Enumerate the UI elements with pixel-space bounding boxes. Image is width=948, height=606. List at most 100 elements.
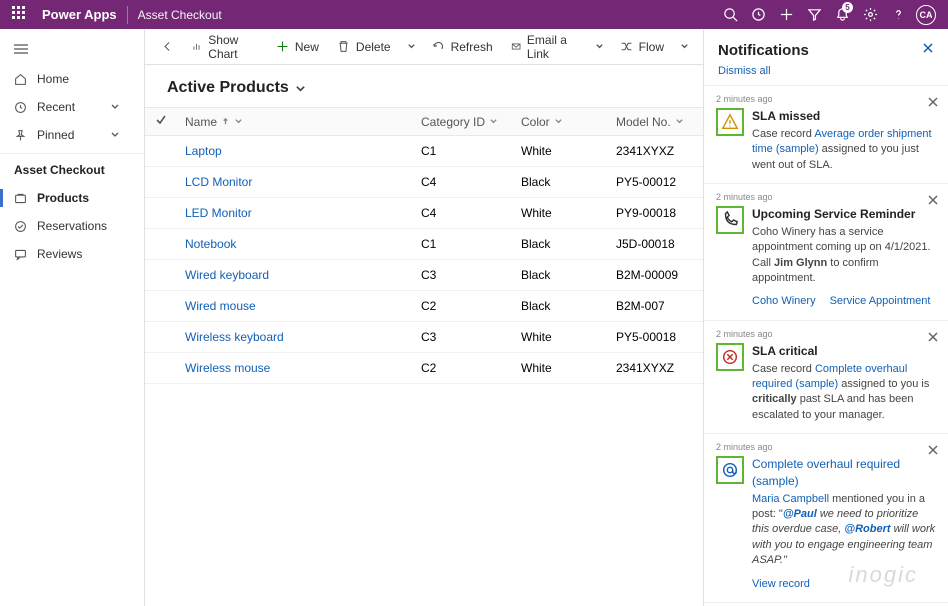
nav-products[interactable]: Products [0, 184, 144, 212]
cell-name[interactable]: Wired keyboard [177, 260, 413, 291]
notification-list: 2 minutes ago SLA missed Case record Ave… [704, 85, 948, 606]
select-all-column[interactable] [145, 108, 177, 136]
email-split-button[interactable] [589, 34, 610, 60]
flow-button[interactable]: Flow [612, 36, 672, 58]
back-button[interactable] [153, 36, 182, 57]
nav-recent[interactable]: Recent [0, 93, 144, 121]
dismiss-notification-button[interactable] [928, 94, 938, 112]
cell-color: Black [513, 291, 608, 322]
table-row[interactable]: Wired keyboardC3BlackB2M-00009 [145, 260, 703, 291]
nav-section-header: Asset Checkout [0, 153, 144, 184]
dismiss-notification-button[interactable] [928, 192, 938, 210]
help-icon[interactable] [884, 0, 912, 29]
assistant-icon[interactable] [744, 0, 772, 29]
phone-icon [716, 206, 744, 234]
notifications-icon[interactable]: 5 [828, 0, 856, 29]
chevron-down-icon [234, 117, 243, 126]
view-selector[interactable]: Active Products [145, 65, 703, 107]
cell-color: Black [513, 229, 608, 260]
nav-reservations[interactable]: Reservations [0, 212, 144, 240]
mention-icon [716, 456, 744, 484]
divider [127, 6, 128, 24]
email-link-button[interactable]: Email a Link [503, 29, 587, 65]
cell-color: White [513, 198, 608, 229]
cell-name[interactable]: Notebook [177, 229, 413, 260]
notifications-panel: Notifications Dismiss all 2 minutes ago … [703, 29, 948, 606]
app-name: Asset Checkout [138, 8, 222, 22]
warning-icon [716, 108, 744, 136]
collapse-nav-icon[interactable] [0, 35, 144, 65]
error-icon [716, 343, 744, 371]
table-row[interactable]: LaptopC1White2341XYXZ [145, 136, 703, 167]
notif-action-link[interactable]: Service Appointment [830, 294, 931, 309]
table-row[interactable]: LCD MonitorC4BlackPY5-00012 [145, 167, 703, 198]
refresh-button[interactable]: Refresh [424, 36, 501, 58]
mention[interactable]: @Paul [783, 508, 817, 520]
cell-color: Black [513, 167, 608, 198]
cell-name[interactable]: Wired mouse [177, 291, 413, 322]
search-icon[interactable] [716, 0, 744, 29]
row-select[interactable] [145, 353, 177, 384]
cell-color: White [513, 136, 608, 167]
chevron-down-icon [489, 117, 498, 126]
table-row[interactable]: NotebookC1BlackJ5D-00018 [145, 229, 703, 260]
nav-home[interactable]: Home [0, 65, 144, 93]
avatar[interactable]: CA [912, 0, 940, 29]
cell-name[interactable]: Wireless mouse [177, 353, 413, 384]
brand-label: Power Apps [42, 7, 117, 22]
flow-split-button[interactable] [674, 34, 695, 60]
notif-action-link[interactable]: Coho Winery [752, 294, 816, 309]
add-icon[interactable] [772, 0, 800, 29]
notif-title-link[interactable]: Complete overhaul required (sample) [752, 456, 936, 490]
cell-color: Black [513, 260, 608, 291]
notif-timestamp: 2 minutes ago [716, 329, 936, 339]
author-link[interactable]: Maria Campbell [752, 493, 829, 505]
cell-category: C3 [413, 322, 513, 353]
cell-name[interactable]: Wireless keyboard [177, 322, 413, 353]
notif-title: SLA missed [752, 108, 936, 125]
table-row[interactable]: LED MonitorC4WhitePY9-00018 [145, 198, 703, 229]
app-launcher-icon[interactable] [12, 6, 30, 24]
row-select[interactable] [145, 322, 177, 353]
notif-title: SLA critical [752, 343, 936, 360]
delete-button[interactable]: Delete [329, 36, 399, 58]
cell-category: C3 [413, 260, 513, 291]
notification-card: 2 minutes ago Complete overhaul required… [704, 434, 948, 603]
dismiss-all-link[interactable]: Dismiss all [704, 63, 948, 85]
cell-name[interactable]: LCD Monitor [177, 167, 413, 198]
cell-name[interactable]: LED Monitor [177, 198, 413, 229]
nav-reviews[interactable]: Reviews [0, 240, 144, 268]
row-select[interactable] [145, 291, 177, 322]
new-button[interactable]: New [268, 36, 327, 58]
command-bar: Show Chart New Delete Refresh Email a Li… [145, 29, 703, 65]
col-color[interactable]: Color [513, 108, 608, 136]
mention[interactable]: @Robert [844, 523, 890, 535]
cell-model: B2M-007 [608, 291, 703, 322]
row-select[interactable] [145, 229, 177, 260]
dismiss-notification-button[interactable] [928, 329, 938, 347]
row-select[interactable] [145, 136, 177, 167]
table-row[interactable]: Wireless keyboardC3WhitePY5-00018 [145, 322, 703, 353]
delete-split-button[interactable] [401, 34, 422, 60]
nav-pinned[interactable]: Pinned [0, 121, 144, 149]
row-select[interactable] [145, 167, 177, 198]
dismiss-notification-button[interactable] [928, 442, 938, 460]
table-row[interactable]: Wireless mouseC2White2341XYXZ [145, 353, 703, 384]
notification-badge: 5 [842, 2, 853, 13]
cell-name[interactable]: Laptop [177, 136, 413, 167]
chevron-down-icon [110, 130, 120, 140]
view-record-link[interactable]: View record [752, 577, 810, 592]
show-chart-button[interactable]: Show Chart [184, 29, 266, 65]
cell-model: B2M-00009 [608, 260, 703, 291]
cell-category: C4 [413, 167, 513, 198]
col-model[interactable]: Model No. [608, 108, 703, 136]
table-row[interactable]: Wired mouseC2BlackB2M-007 [145, 291, 703, 322]
cell-category: C1 [413, 229, 513, 260]
settings-icon[interactable] [856, 0, 884, 29]
col-name[interactable]: Name [177, 108, 413, 136]
col-category[interactable]: Category ID [413, 108, 513, 136]
close-panel-button[interactable] [922, 41, 934, 59]
filter-icon[interactable] [800, 0, 828, 29]
row-select[interactable] [145, 198, 177, 229]
row-select[interactable] [145, 260, 177, 291]
